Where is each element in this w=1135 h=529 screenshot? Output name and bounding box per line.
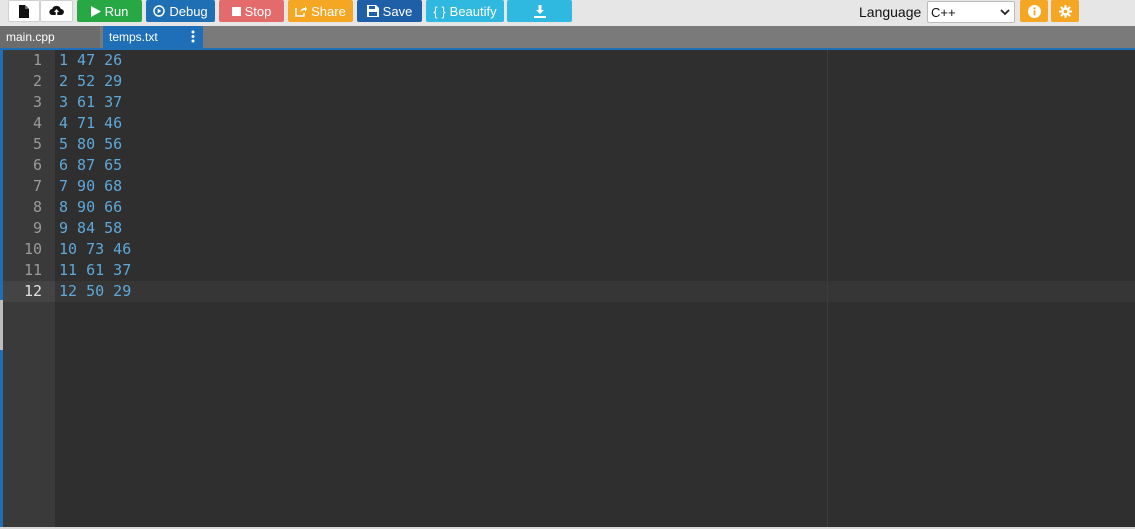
print-margin [827,50,828,529]
language-value: C++ [931,4,956,20]
info-icon [1027,4,1041,18]
code-line[interactable]: 7 90 68 [59,176,122,197]
code-editor[interactable]: 1 1 47 26 2 2 52 29 3 3 61 37 4 4 71 46 … [0,50,1135,529]
code-line[interactable]: 12 50 29 [59,281,131,302]
chevron-down-icon [1000,6,1010,21]
braces-icon: { } [433,3,446,19]
floppy-disk-icon [366,5,379,17]
language-select[interactable]: C++ [927,1,1015,23]
run-label: Run [104,3,129,19]
save-label: Save [382,3,413,19]
download-button[interactable] [507,0,572,22]
code-line[interactable]: 10 73 46 [59,239,131,260]
line-number: 10 [23,240,42,258]
debug-label: Debug [169,3,208,19]
code-line[interactable]: 6 87 65 [59,155,122,176]
line-number: 12 [23,282,42,300]
settings-button[interactable] [1051,0,1079,22]
run-button[interactable]: Run [77,0,142,22]
code-line[interactable]: 8 90 66 [59,197,122,218]
download-icon [533,4,546,18]
code-line[interactable]: 5 80 56 [59,134,122,155]
play-circle-icon [153,5,166,17]
file-icon [19,4,29,18]
stop-label: Stop [244,3,272,19]
new-file-button[interactable] [8,0,40,22]
tab-bar: main.cpp temps.txt [0,26,1135,48]
code-line[interactable]: 11 61 37 [59,260,131,281]
tab-temps-txt[interactable]: temps.txt [103,26,203,48]
line-number: 2 [32,72,42,90]
stop-icon [231,6,241,16]
share-icon [295,5,308,17]
code-line[interactable]: 3 61 37 [59,92,122,113]
line-number: 3 [32,93,42,111]
code-line[interactable]: 2 52 29 [59,71,122,92]
line-number: 9 [32,219,42,237]
info-button[interactable] [1020,0,1048,22]
save-button[interactable]: Save [357,0,422,22]
line-number: 1 [32,51,42,69]
kebab-menu-icon[interactable] [191,30,195,46]
stop-button[interactable]: Stop [219,0,284,22]
left-edge-scroll [0,300,3,350]
play-icon [90,5,101,17]
share-button[interactable]: Share [288,0,353,22]
line-number: 4 [32,114,42,132]
left-edge-accent [0,50,3,529]
tab-label: temps.txt [109,30,158,44]
upload-button[interactable] [40,0,73,22]
code-line[interactable]: 1 47 26 [59,50,122,71]
language-label: Language [859,4,922,20]
line-number: 7 [32,177,42,195]
line-number: 5 [32,135,42,153]
code-line[interactable]: 9 84 58 [59,218,122,239]
toolbar: Run Debug Stop Share Save { } Beautify L… [0,0,1135,26]
beautify-button[interactable]: { } Beautify [426,0,504,22]
active-line-highlight [55,281,1135,302]
share-label: Share [311,3,346,19]
cloud-upload-icon [49,5,64,17]
line-number: 6 [32,156,42,174]
code-line[interactable]: 4 71 46 [59,113,122,134]
line-number: 8 [32,198,42,216]
debug-button[interactable]: Debug [146,0,215,22]
tab-label: main.cpp [6,30,55,44]
tab-main-cpp[interactable]: main.cpp [0,26,100,48]
beautify-label: Beautify [449,3,497,19]
line-number: 11 [23,261,42,279]
gear-icon [1058,4,1072,18]
